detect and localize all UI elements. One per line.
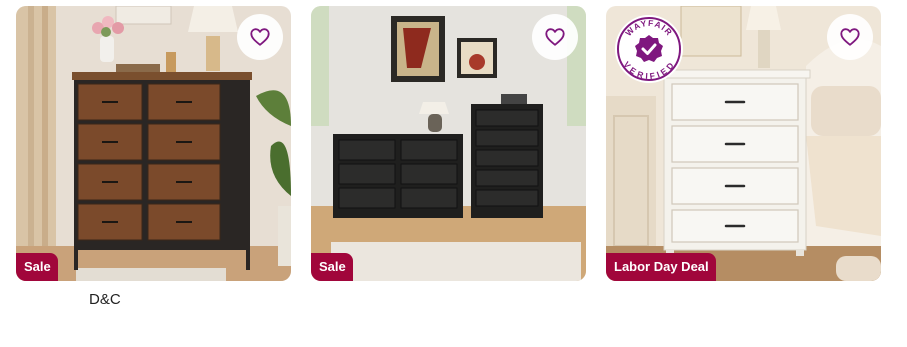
favorite-button[interactable] [532,14,578,60]
sale-badge: Sale [311,253,353,281]
heart-outline-icon [250,28,270,46]
heart-outline-icon [545,28,565,46]
product-card-1[interactable]: Sale [16,6,291,281]
wayfair-verified-seal: WAYFAIR VERIFIED [615,15,683,83]
product-card-3[interactable]: WAYFAIR VERIFIED Labor Day Deal [606,6,881,281]
favorite-button[interactable] [827,14,873,60]
labor-day-deal-badge: Labor Day Deal [606,253,716,281]
heart-outline-icon [840,28,860,46]
favorite-button[interactable] [237,14,283,60]
product-brand[interactable]: D&C [89,291,121,308]
product-card-2[interactable]: Sale [311,6,586,281]
sale-badge: Sale [16,253,58,281]
